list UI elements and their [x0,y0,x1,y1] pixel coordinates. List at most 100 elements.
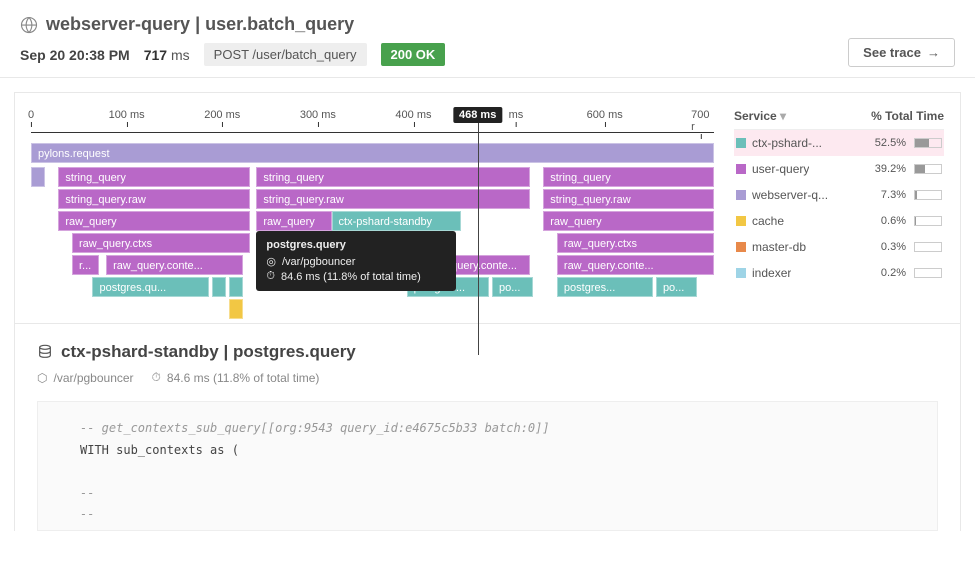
sql-keyword: SELECT [80,529,123,531]
meta-row: Sep 20 20:38 PM 717 ms POST /user/batch_… [20,43,445,66]
tick-600: 600 ms [587,109,623,121]
span-postgres-3[interactable]: postgres... [557,277,653,297]
span-ctx-blip-2[interactable] [229,277,243,297]
legend-service-name: master-db [752,240,806,254]
legend-swatch [736,138,746,148]
span-r-short[interactable]: r... [72,255,99,275]
span-string-query-raw-2[interactable]: string_query.raw [256,189,529,209]
tooltip-path: /var/pgbouncer [282,256,355,268]
flame-graph[interactable]: pylons.request string_query string_query… [31,143,714,323]
legend-rows: ctx-pshard-... 52.5% user-query 39.2% webser… [734,130,944,286]
legend-row[interactable]: cache0.6% [734,208,944,234]
span-web-small[interactable] [31,167,45,187]
cursor-line[interactable] [478,115,479,355]
legend-swatch [736,164,746,174]
legend-pct: 39.2% [875,163,906,175]
legend-pct: 0.2% [881,267,906,279]
span-cache-blip[interactable] [229,299,243,319]
sort-icon: ▾ [780,109,786,123]
legend-bar [914,242,942,252]
service-legend: Service ▾ % Total Time ctx-pshard-... 52.… [734,109,944,323]
tooltip-timing: 84.6 ms (11.8% of total time) [281,271,421,283]
database-icon [37,344,53,360]
span-raw-query-3[interactable]: raw_query [543,211,714,231]
legend-head-service: Service ▾ [734,109,786,123]
tick-500: ms [509,109,524,121]
tick-700: 700 r [691,109,709,133]
legend-row[interactable]: ctx-pshard-... 52.5% [734,130,944,156]
tick-300: 300 ms [300,109,336,121]
span-ctx-blip-1[interactable] [212,277,226,297]
span-tooltip: postgres.query ◎ /var/pgbouncer ⏱ 84.6 m… [256,231,456,291]
span-string-query-raw-1[interactable]: string_query.raw [58,189,249,209]
legend-service-name: user-query [752,162,809,176]
legend-service-name: ctx-pshard-... [752,136,822,150]
legend-left: ctx-pshard-... [736,136,822,150]
legend-swatch [736,216,746,226]
span-string-query-3[interactable]: string_query [543,167,714,187]
tick-200: 200 ms [204,109,240,121]
arrow-right-icon: → [927,45,940,60]
tick-0: 0 [28,109,34,121]
span-raw-query-ctxs-3[interactable]: raw_query.ctxs [557,233,714,253]
span-string-query-2[interactable]: string_query [256,167,529,187]
target-icon: ◎ [266,255,276,268]
legend-row[interactable]: master-db0.3% [734,234,944,260]
header-left: webserver-query | user.batch_query Sep 2… [20,14,445,66]
span-raw-query-1[interactable]: raw_query [58,211,249,231]
sql-comment-2: -- [80,486,94,500]
see-trace-label: See trace [863,45,921,60]
span-detail-panel: ctx-pshard-standby | postgres.query ⬡ /v… [14,324,961,531]
legend-right: 7.3% [881,189,942,201]
detail-meta: ⬡ /var/pgbouncer ⏱ 84.6 ms (11.8% of tot… [37,370,938,385]
legend-bar [914,216,942,226]
legend-pct: 52.5% [875,137,906,149]
duration: 717 ms [144,47,190,63]
duration-value: 717 [144,47,167,63]
legend-row[interactable]: webserver-q...7.3% [734,182,944,208]
target-icon: ⬡ [37,371,47,385]
span-ctx-standby[interactable]: ctx-pshard-standby [332,211,462,231]
page-title: webserver-query | user.batch_query [46,14,354,35]
flame-area[interactable]: 0 100 ms 200 ms 300 ms 400 ms ms 600 ms … [31,109,714,323]
detail-title: ctx-pshard-standby | postgres.query [61,342,356,362]
cursor-label: 468 ms [453,107,502,123]
legend-left: master-db [736,240,806,254]
span-postgres-qu-1[interactable]: postgres.qu... [92,277,208,297]
span-raw-query-conte-3[interactable]: raw_query.conte... [557,255,714,275]
span-pylons-request[interactable]: pylons.request [31,143,714,163]
legend-row[interactable]: user-query 39.2% [734,156,944,182]
sql-comment-3: -- [80,507,94,521]
legend-pct: 7.3% [881,189,906,201]
legend-left: user-query [736,162,809,176]
span-raw-query-ctxs-1[interactable]: raw_query.ctxs [72,233,250,253]
detail-timing: ⏱ 84.6 ms (11.8% of total time) [152,370,320,385]
span-string-query-raw-3[interactable]: string_query.raw [543,189,714,209]
detail-title-row: ctx-pshard-standby | postgres.query [37,342,938,362]
legend-left: cache [736,214,784,228]
span-raw-query-conte-1[interactable]: raw_query.conte... [106,255,243,275]
title-row: webserver-query | user.batch_query [20,14,445,35]
span-po-2[interactable]: po... [492,277,533,297]
tooltip-path-row: ◎ /var/pgbouncer [266,255,446,268]
sql-code-box[interactable]: -- get_contexts_sub_query[[org:9543 quer… [37,401,938,531]
tick-400: 400 ms [395,109,431,121]
legend-bar [914,164,942,174]
legend-bar [914,190,942,200]
legend-service-name: cache [752,214,784,228]
sql-comment-1: -- get_contexts_sub_query[[org:9543 quer… [80,421,550,435]
legend-right: 0.2% [881,267,942,279]
span-raw-query-2[interactable]: raw_query [256,211,331,231]
sql-rest: key, [123,529,159,531]
legend-service-name: indexer [752,266,791,280]
span-string-query-1[interactable]: string_query [58,167,249,187]
legend-right: 39.2% [875,163,942,175]
see-trace-button[interactable]: See trace → [848,38,955,67]
legend-row[interactable]: indexer 0.2% [734,260,944,286]
legend-header[interactable]: Service ▾ % Total Time [734,109,944,130]
tick-100: 100 ms [109,109,145,121]
status-badge: 200 OK [381,43,446,66]
legend-left: indexer [736,266,791,280]
detail-path: ⬡ /var/pgbouncer [37,371,134,385]
span-po-3[interactable]: po... [656,277,697,297]
